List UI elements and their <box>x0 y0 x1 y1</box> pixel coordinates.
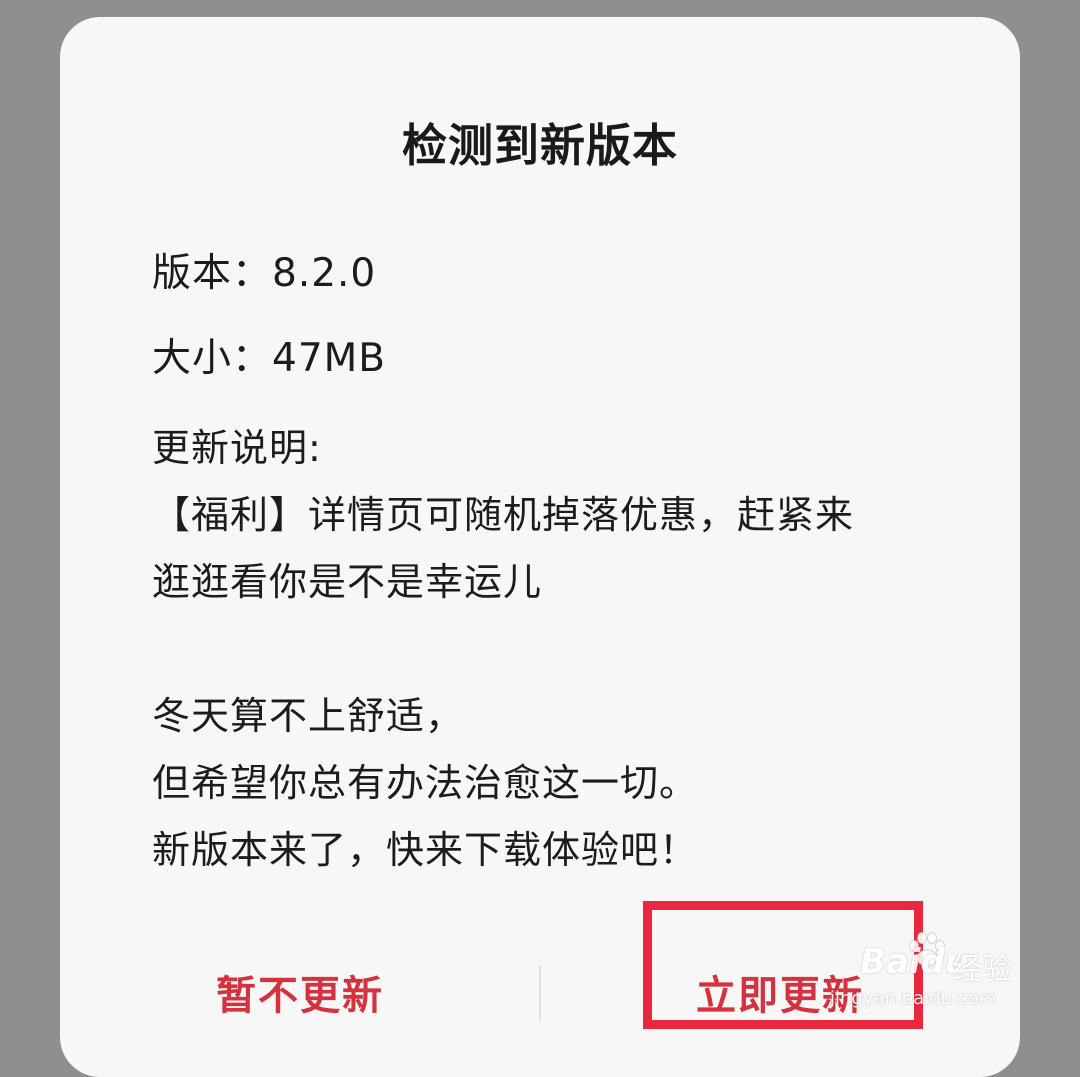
release-notes: 更新说明: 【福利】详情页可随机掉落优惠，赶紧来 逛逛看你是不是幸运儿 冬天算不… <box>152 415 932 884</box>
update-now-button[interactable]: 立即更新 <box>540 937 1020 1047</box>
update-dialog: 检测到新版本 版本：8.2.0 大小：47MB 更新说明: 【福利】详情页可随机… <box>60 17 1020 1077</box>
version-line: 版本：8.2.0 <box>152 251 377 296</box>
notes-line: 新版本来了，快来下载体验吧！ <box>152 828 699 872</box>
later-button[interactable]: 暂不更新 <box>60 937 540 1047</box>
notes-line: 逛逛看你是不是幸运儿 <box>152 560 543 604</box>
dialog-title: 检测到新版本 <box>401 119 678 172</box>
dialog-actions: 暂不更新 立即更新 <box>60 937 1020 1047</box>
size-line: 大小：47MB <box>152 336 387 381</box>
notes-line: 冬天算不上舒适， <box>152 694 465 738</box>
notes-heading: 更新说明: <box>152 426 322 470</box>
notes-line: 但希望你总有办法治愈这一切。 <box>152 761 699 805</box>
notes-line <box>152 616 932 683</box>
notes-line: 【福利】详情页可随机掉落优惠，赶紧来 <box>152 493 855 537</box>
